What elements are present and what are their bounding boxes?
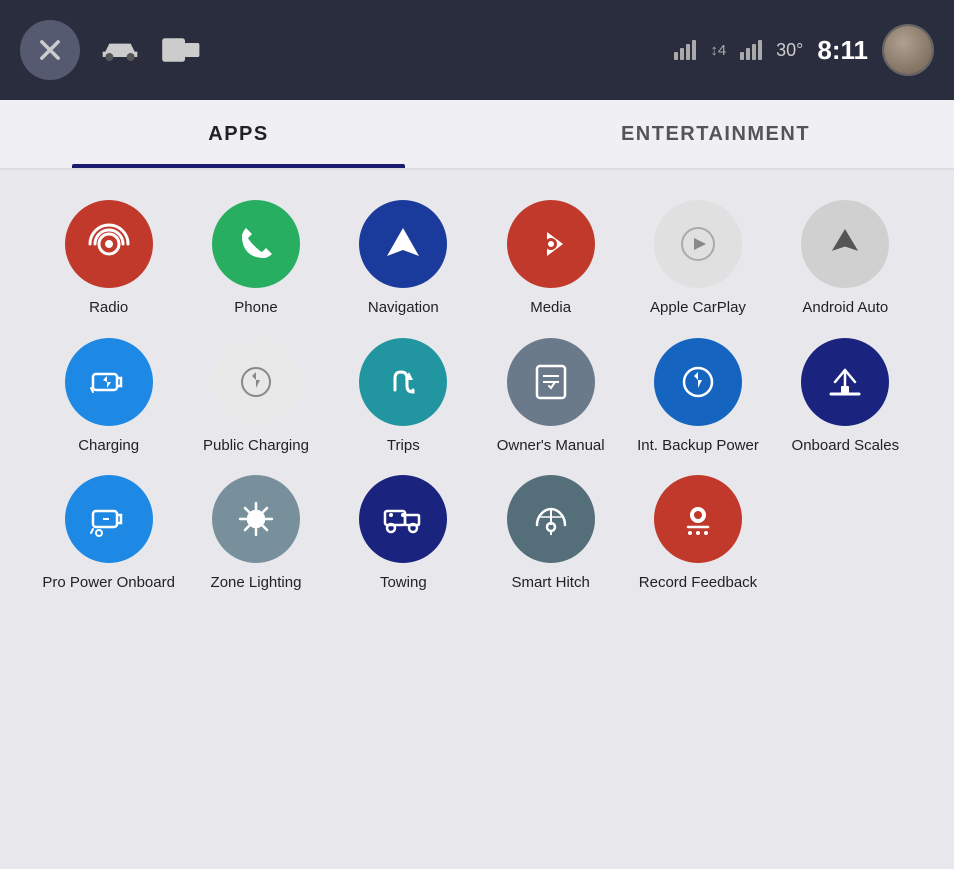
carplay-label: Apple CarPlay [650, 298, 746, 318]
zone-lighting-label: Zone Lighting [211, 573, 302, 593]
top-bar-left [20, 20, 200, 80]
tab-bar: APPS ENTERTAINMENT [0, 100, 954, 170]
main-content: Radio Phone Navigation [0, 170, 954, 613]
onboard-scales-icon-bg [801, 338, 889, 426]
close-button[interactable] [20, 20, 80, 80]
top-bar-right: ↕4 30° 8:11 [674, 24, 934, 76]
record-feedback-icon-bg [654, 475, 742, 563]
trips-icon-bg [359, 338, 447, 426]
app-item-onboard-scales[interactable]: Onboard Scales [777, 338, 914, 456]
app-item-public-charging[interactable]: Public Charging [187, 338, 324, 456]
navigation-icon-bg [359, 200, 447, 288]
app-item-radio[interactable]: Radio [40, 200, 177, 318]
android-auto-label: Android Auto [802, 298, 888, 318]
radio-icon [65, 200, 153, 288]
app-item-smart-hitch[interactable]: Smart Hitch [482, 475, 619, 593]
backup-power-icon-bg [654, 338, 742, 426]
tab-apps[interactable]: APPS [0, 100, 477, 168]
app-item-pro-power[interactable]: Pro Power Onboard [40, 475, 177, 593]
record-feedback-label: Record Feedback [639, 573, 757, 593]
smart-hitch-label: Smart Hitch [511, 573, 589, 593]
app-item-empty [777, 475, 914, 593]
media-app-icon-bg [507, 200, 595, 288]
charging-icon-bg [65, 338, 153, 426]
owners-manual-label: Owner's Manual [497, 436, 605, 456]
app-item-record-feedback[interactable]: Record Feedback [629, 475, 766, 593]
app-item-towing[interactable]: Towing [335, 475, 472, 593]
app-item-zone-lighting[interactable]: Zone Lighting [187, 475, 324, 593]
top-bar: ↕4 30° 8:11 [0, 0, 954, 100]
signal-strength [674, 40, 696, 60]
avatar[interactable] [882, 24, 934, 76]
public-charging-label: Public Charging [203, 436, 309, 456]
media-label: Media [530, 298, 571, 318]
phone-icon-bg [212, 200, 300, 288]
media-icon [160, 35, 200, 65]
zone-lighting-icon-bg [212, 475, 300, 563]
tab-entertainment[interactable]: ENTERTAINMENT [477, 100, 954, 168]
data-signal [740, 40, 762, 60]
app-item-carplay[interactable]: Apple CarPlay [629, 200, 766, 318]
radio-label: Radio [89, 298, 128, 318]
pro-power-icon-bg [65, 475, 153, 563]
charging-label: Charging [78, 436, 139, 456]
android-auto-icon-bg [801, 200, 889, 288]
lte-indicator: ↕4 [710, 42, 726, 59]
app-grid: Radio Phone Navigation [40, 200, 914, 593]
backup-power-label: Int. Backup Power [637, 436, 759, 456]
app-item-trips[interactable]: Trips [335, 338, 472, 456]
owners-manual-icon-bg [507, 338, 595, 426]
app-item-charging[interactable]: Charging [40, 338, 177, 456]
phone-label: Phone [234, 298, 277, 318]
pro-power-label: Pro Power Onboard [42, 573, 175, 593]
car-icon [100, 35, 140, 65]
app-item-navigation[interactable]: Navigation [335, 200, 472, 318]
app-item-backup-power[interactable]: Int. Backup Power [629, 338, 766, 456]
temperature: 30° [776, 40, 803, 61]
navigation-label: Navigation [368, 298, 439, 318]
cellular-bars [674, 40, 696, 60]
trips-label: Trips [387, 436, 420, 456]
smart-hitch-icon-bg [507, 475, 595, 563]
clock: 8:11 [817, 35, 868, 66]
app-item-phone[interactable]: Phone [187, 200, 324, 318]
towing-icon-bg [359, 475, 447, 563]
public-charging-icon-bg [212, 338, 300, 426]
onboard-scales-label: Onboard Scales [792, 436, 900, 456]
towing-label: Towing [380, 573, 427, 593]
carplay-icon-bg [654, 200, 742, 288]
app-item-media[interactable]: Media [482, 200, 619, 318]
app-item-owners-manual[interactable]: Owner's Manual [482, 338, 619, 456]
app-item-android-auto[interactable]: Android Auto [777, 200, 914, 318]
